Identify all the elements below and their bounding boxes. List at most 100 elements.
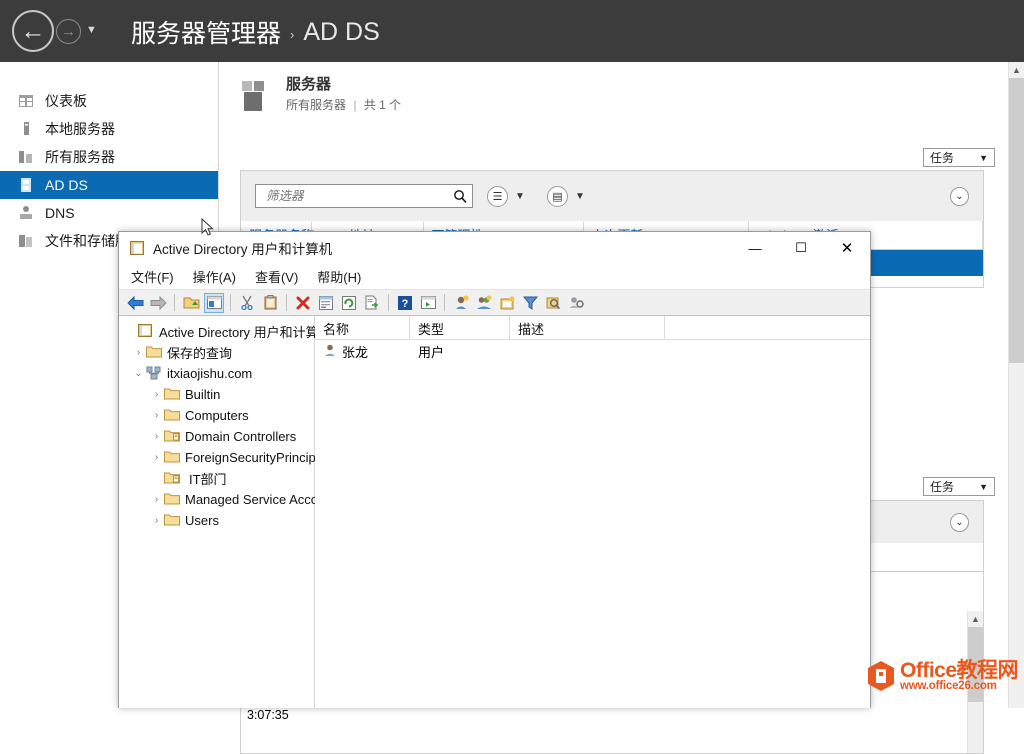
tree-node-label: Builtin xyxy=(185,387,221,402)
menu-action[interactable]: 操作(A) xyxy=(193,267,236,286)
ad-ds-icon xyxy=(17,176,35,194)
paste-icon[interactable] xyxy=(260,293,280,313)
search-input[interactable] xyxy=(264,188,453,204)
delete-icon[interactable] xyxy=(293,293,313,313)
tree-expander[interactable]: › xyxy=(149,494,164,505)
menu-view[interactable]: 查看(V) xyxy=(255,267,298,286)
tree-node-builtin[interactable]: › Builtin xyxy=(119,384,314,405)
col-name[interactable]: 名称 xyxy=(315,316,410,339)
file-storage-icon xyxy=(17,232,35,250)
page-title: 服务器 xyxy=(286,76,332,93)
tree-node-domain-controllers[interactable]: › Domain Controllers xyxy=(119,426,314,447)
server-manager-titlebar: ← → ▼ 服务器管理器 › AD DS ▼ ⟳ 管理(M) 工具(T) 视图(… xyxy=(0,0,1024,62)
sidebar-item-label: 仪表板 xyxy=(45,93,87,109)
content-scrollbar[interactable]: ▲ xyxy=(1008,62,1024,708)
scroll-up-arrow[interactable]: ▲ xyxy=(1009,62,1024,78)
aduc-title-text: Active Directory 用户和计算机 xyxy=(153,242,333,257)
tree-node-saved-queries[interactable]: › 保存的查询 xyxy=(119,342,314,363)
maximize-button[interactable]: ☐ xyxy=(778,232,824,264)
help-icon[interactable]: ? xyxy=(395,293,415,313)
refresh-icon[interactable] xyxy=(339,293,359,313)
tree-node-domain[interactable]: ⌄ itxiaojishu.com xyxy=(119,363,314,384)
tree-expander[interactable]: ⌄ xyxy=(131,368,146,379)
filter-input-wrapper[interactable] xyxy=(255,184,473,208)
tree-expander[interactable]: › xyxy=(149,431,164,442)
sidebar-item-all-servers[interactable]: 所有服务器 xyxy=(0,143,218,171)
sidebar-item-dns[interactable]: DNS xyxy=(0,199,218,227)
aduc-body: Active Directory 用户和计算机 › 保存的查询 ⌄ itxiao… xyxy=(119,316,870,708)
properties-icon[interactable] xyxy=(316,293,336,313)
search-icon[interactable] xyxy=(453,189,468,204)
forward-arrow-icon[interactable] xyxy=(148,293,168,313)
breadcrumb: 服务器管理器 › AD DS xyxy=(131,14,380,50)
col-extra xyxy=(665,316,870,339)
tree-node-managed-service-accounts[interactable]: › Managed Service Acco xyxy=(119,489,318,510)
list-item[interactable]: 张龙 用户 xyxy=(315,340,870,362)
forward-arrow-icon[interactable]: → xyxy=(56,19,81,44)
all-servers-icon xyxy=(17,148,35,166)
tasks-label: 任务 xyxy=(930,480,955,494)
breadcrumb-root[interactable]: 服务器管理器 xyxy=(131,14,281,50)
scrollbar-thumb[interactable] xyxy=(1009,78,1024,363)
save-chevron-down-icon[interactable]: ▼ xyxy=(575,191,585,202)
cut-icon[interactable] xyxy=(237,293,257,313)
aduc-list: 名称 类型 描述 张龙 用户 xyxy=(315,316,870,708)
sidebar-item-dashboard[interactable]: 仪表板 xyxy=(0,87,218,115)
tree-node-computers[interactable]: › Computers xyxy=(119,405,314,426)
show-hide-tree-icon[interactable] xyxy=(204,292,224,313)
filter-icon[interactable] xyxy=(520,293,540,313)
back-arrow-icon[interactable]: ← xyxy=(12,10,54,52)
new-container-icon[interactable] xyxy=(497,293,517,313)
tree-expander[interactable]: › xyxy=(149,515,164,526)
events-col-blank xyxy=(863,543,983,571)
console-tree-icon[interactable] xyxy=(418,293,438,313)
close-button[interactable]: ✕ xyxy=(824,232,870,264)
sidebar-item-local-server[interactable]: 本地服务器 xyxy=(0,115,218,143)
up-one-level-icon[interactable] xyxy=(181,293,201,313)
toolbar-separator xyxy=(230,294,231,311)
list-header-row: 名称 类型 描述 xyxy=(315,316,870,340)
menu-file[interactable]: 文件(F) xyxy=(131,267,174,286)
col-description[interactable]: 描述 xyxy=(510,316,665,339)
folder-icon xyxy=(164,450,181,465)
chevron-down-icon[interactable]: ▼ xyxy=(86,24,97,36)
console-window-icon xyxy=(129,240,145,256)
new-user-icon[interactable] xyxy=(451,293,471,313)
svg-text:?: ? xyxy=(402,298,409,310)
servers-tasks-button[interactable]: 任务 ▼ xyxy=(923,148,995,167)
tree-node-label: ForeignSecurityPrincipa xyxy=(185,450,324,465)
watermark-title: Office教程网 xyxy=(900,659,1019,682)
tree-node-foreign-security-principals[interactable]: › ForeignSecurityPrincipa xyxy=(119,447,323,468)
back-arrow-icon[interactable] xyxy=(125,293,145,313)
query-icon[interactable] xyxy=(566,293,586,313)
tree-node-label: Computers xyxy=(185,408,249,423)
tree-node-it-department[interactable]: IT部门 xyxy=(119,468,314,489)
columns-chevron-down-icon[interactable]: ▼ xyxy=(515,191,525,202)
columns-list-icon[interactable]: ☰ xyxy=(487,186,508,207)
events-tasks-button[interactable]: 任务 ▼ xyxy=(923,477,995,496)
find-icon[interactable] xyxy=(543,293,563,313)
tree-expander[interactable]: › xyxy=(149,389,164,400)
tree-expander[interactable]: › xyxy=(131,347,146,358)
console-root-icon xyxy=(138,324,155,339)
sidebar-item-label: 所有服务器 xyxy=(45,149,115,165)
folder-icon xyxy=(146,345,163,360)
chevron-down-circle-icon[interactable]: ⌄ xyxy=(950,513,969,532)
save-query-icon[interactable]: ▤ xyxy=(547,186,568,207)
menu-help[interactable]: 帮助(H) xyxy=(317,267,361,286)
scroll-up-arrow[interactable]: ▲ xyxy=(968,611,983,627)
tree-node-users[interactable]: › Users xyxy=(119,510,314,531)
sidebar-item-ad-ds[interactable]: AD DS xyxy=(0,171,218,199)
watermark-url: www.office26.com xyxy=(900,680,997,692)
tasks-label: 任务 xyxy=(930,151,955,165)
tree-expander[interactable]: › xyxy=(149,452,164,463)
chevron-down-circle-icon[interactable]: ⌄ xyxy=(950,187,969,206)
tree-node-label: Managed Service Acco xyxy=(185,492,318,507)
tree-node-console-root[interactable]: Active Directory 用户和计算机 xyxy=(119,321,332,342)
minimize-button[interactable]: — xyxy=(732,232,778,264)
new-group-icon[interactable] xyxy=(474,293,494,313)
aduc-titlebar[interactable]: Active Directory 用户和计算机 — ☐ ✕ xyxy=(119,232,870,264)
col-type[interactable]: 类型 xyxy=(410,316,510,339)
tree-expander[interactable]: › xyxy=(149,410,164,421)
export-list-icon[interactable] xyxy=(362,293,382,313)
